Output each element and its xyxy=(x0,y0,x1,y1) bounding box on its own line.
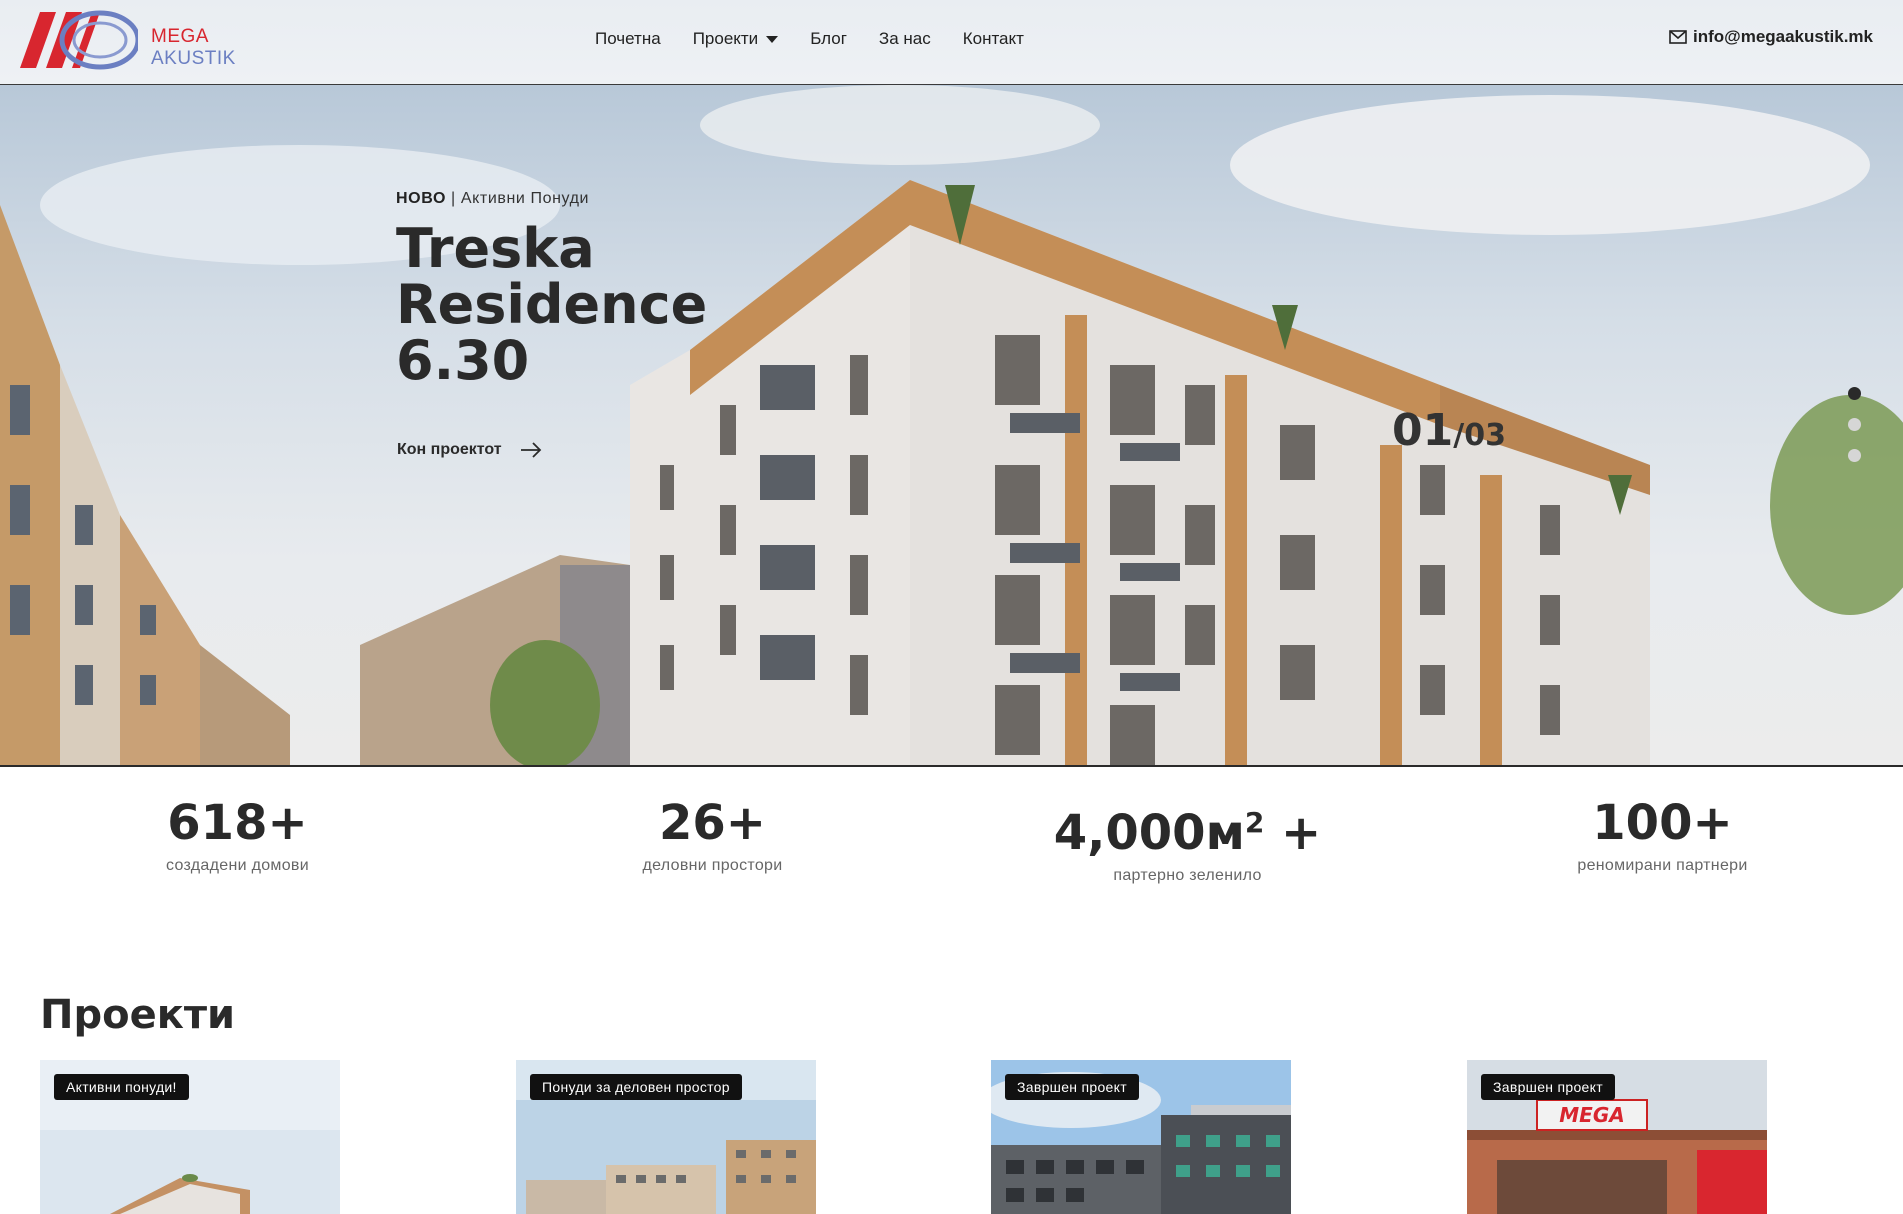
project-status-badge: Завршен проект xyxy=(1481,1074,1615,1100)
stat-value: 26+ xyxy=(658,795,766,851)
stats-bar: 618+ создадени домови 26+ деловни просто… xyxy=(0,795,1903,885)
stat-label: создадени домови xyxy=(166,857,309,874)
nav-label: Контакт xyxy=(962,29,1024,48)
hero-building-image xyxy=(0,85,1903,765)
hero-title-line: 6.30 xyxy=(396,329,530,392)
store-sign-text: MEGA xyxy=(1559,1103,1624,1127)
mega-akustik-logo-icon xyxy=(20,10,141,70)
slider-dot-3[interactable] xyxy=(1848,449,1861,462)
slider-dot-2[interactable] xyxy=(1848,418,1861,431)
hero-kicker-rest: | Активни Понуди xyxy=(446,190,590,207)
main-nav: Почетна Проекти Блог За нас Контакт xyxy=(595,29,1024,49)
stat-partners: 100+ реномирани партнери xyxy=(1425,795,1900,885)
logo-line1: MEGA xyxy=(151,26,209,47)
logo-text: MEGA AKUSTIK xyxy=(151,26,236,70)
stat-label: партерно зеленило xyxy=(1113,867,1262,884)
arrow-right-icon xyxy=(520,442,541,458)
nav-item-home[interactable]: Почетна xyxy=(595,29,661,49)
stat-value: 4,000м2 + xyxy=(950,795,1425,861)
logo-line2: AKUSTIK xyxy=(151,48,236,69)
nav-item-contact[interactable]: Контакт xyxy=(963,29,1024,49)
stat-label: реномирани партнери xyxy=(1577,857,1748,874)
project-status-badge: Активни понуди! xyxy=(54,1074,189,1100)
nav-item-blog[interactable]: Блог xyxy=(810,29,847,49)
projects-title: Проекти xyxy=(40,992,236,1038)
hero-kicker: НОВО | Активни Понуди xyxy=(396,190,589,208)
project-card[interactable]: Активни понуди! xyxy=(40,1060,340,1214)
slide-counter-total: /03 xyxy=(1453,418,1506,453)
nav-item-about[interactable]: За нас xyxy=(879,29,931,49)
stat-value: 618+ xyxy=(167,795,308,851)
project-status-badge: Понуди за деловен простор xyxy=(530,1074,742,1100)
hero-title-line: Treska xyxy=(396,217,595,280)
nav-label: Блог xyxy=(810,29,847,48)
site-header: MEGA AKUSTIK Почетна Проекти Блог За нас… xyxy=(0,0,1903,85)
project-card[interactable]: Завршен проект xyxy=(991,1060,1291,1214)
nav-label: Проекти xyxy=(692,29,759,48)
stat-value-tail: + xyxy=(1264,805,1322,861)
nav-label: За нас xyxy=(878,29,931,48)
stat-label: деловни простори xyxy=(642,857,783,874)
stat-greenery: 4,000м2 + партерно зеленило xyxy=(950,795,1425,885)
email-text: info@megaakustik.mk xyxy=(1692,27,1873,46)
stat-business-spaces: 26+ деловни простори xyxy=(475,795,950,885)
project-status-badge: Завршен проект xyxy=(1005,1074,1139,1100)
stat-homes: 618+ создадени домови xyxy=(0,795,475,885)
hero-title: Treska Residence 6.30 xyxy=(396,221,816,389)
hero-slider: НОВО | Активни Понуди Treska Residence 6… xyxy=(0,85,1903,767)
hero-title-line: Residence xyxy=(396,273,708,336)
stat-value: 100+ xyxy=(1592,795,1733,851)
logo[interactable]: MEGA AKUSTIK xyxy=(18,10,235,72)
hero-kicker-new: НОВО xyxy=(396,190,447,207)
slider-pagination xyxy=(1848,387,1861,462)
projects-grid: Активни понуди! Понуди за деловен просто… xyxy=(40,1060,1900,1214)
email-link[interactable]: info@megaakustik.mk xyxy=(1669,27,1873,47)
slide-counter: 01/03 xyxy=(1392,405,1506,456)
project-card[interactable]: MEGA Завршен проект xyxy=(1467,1060,1767,1214)
slide-counter-current: 01 xyxy=(1392,405,1454,456)
stat-value-main: 4,000м xyxy=(1053,805,1245,861)
project-card[interactable]: Понуди за деловен простор xyxy=(516,1060,816,1214)
view-project-label: Кон проектот xyxy=(397,441,502,458)
envelope-icon xyxy=(1669,30,1687,44)
view-project-button[interactable]: Кон проектот xyxy=(397,441,542,459)
slider-dot-1[interactable] xyxy=(1848,387,1861,400)
stat-value-sup: 2 xyxy=(1244,806,1265,839)
nav-item-projects[interactable]: Проекти xyxy=(693,29,779,49)
nav-label: Почетна xyxy=(595,29,661,48)
chevron-down-icon xyxy=(766,35,779,43)
